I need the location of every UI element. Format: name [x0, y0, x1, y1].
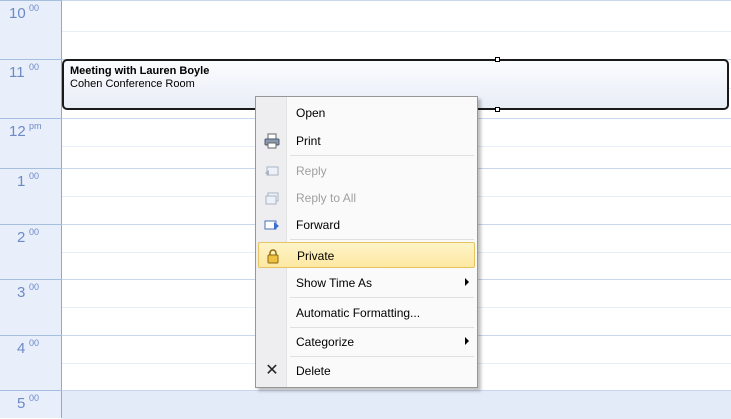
hour-number: 10: [9, 5, 26, 22]
appointment-title: Meeting with Lauren Boyle: [70, 65, 210, 77]
hour-minutes: 00: [29, 338, 40, 348]
menu-separator: [290, 239, 474, 240]
reply-all-icon: [264, 190, 280, 206]
hour-minutes: 00: [29, 227, 40, 237]
time-slot[interactable]: [62, 0, 731, 1]
hour-minutes: 00: [29, 171, 40, 181]
menu-item-label: Reply: [296, 164, 327, 178]
menu-separator: [290, 155, 474, 156]
hour-label-3: 3 00: [0, 279, 62, 338]
menu-item-open[interactable]: Open: [258, 100, 475, 126]
resize-handle-top[interactable]: [495, 57, 500, 62]
time-slot[interactable]: [62, 31, 731, 32]
menu-item-label: Print: [296, 134, 321, 148]
hour-label-4: 4 00: [0, 335, 62, 394]
menu-item-private[interactable]: Private: [258, 242, 475, 268]
printer-icon: [264, 133, 280, 149]
hour-number: 11: [9, 64, 25, 81]
menu-item-label: Categorize: [296, 335, 355, 349]
menu-item-automatic-formatting[interactable]: Automatic Formatting...: [258, 300, 475, 326]
hour-number: 1: [17, 173, 26, 190]
appointment-location: Cohen Conference Room: [70, 78, 195, 90]
hour-number: 3: [17, 284, 26, 301]
calendar-day-view: 10 00 11 00 12 pm 1 00 2 00 3 00 4 00 5: [0, 0, 731, 419]
context-menu: Open Print Reply Reply to All Forward Pr…: [255, 96, 478, 388]
menu-separator: [290, 327, 474, 328]
hour-label-1: 1 00: [0, 168, 62, 227]
menu-item-reply[interactable]: Reply: [258, 158, 475, 184]
hour-label-5: 5 00: [0, 390, 62, 418]
menu-item-label: Show Time As: [296, 276, 373, 290]
menu-item-forward[interactable]: Forward: [258, 212, 475, 238]
hour-label-11: 11 00: [0, 59, 62, 118]
time-column: 10 00 11 00 12 pm 1 00 2 00 3 00 4 00 5: [0, 0, 62, 418]
forward-icon: [264, 217, 280, 233]
menu-item-delete[interactable]: ✕ Delete: [258, 358, 475, 384]
resize-handle-bottom[interactable]: [495, 107, 500, 112]
after-hours-slot[interactable]: [62, 390, 731, 419]
menu-item-reply-all[interactable]: Reply to All: [258, 185, 475, 211]
menu-item-categorize[interactable]: Categorize: [258, 329, 475, 355]
menu-item-label: Delete: [296, 364, 331, 378]
hour-minutes: 00: [29, 282, 40, 292]
menu-item-print[interactable]: Print: [258, 128, 475, 154]
hour-label-2: 2 00: [0, 224, 62, 283]
hour-number: 2: [17, 229, 26, 246]
lock-icon: [265, 248, 281, 264]
submenu-arrow-icon: [465, 337, 469, 345]
hour-minutes: 00: [29, 62, 40, 72]
reply-icon: [264, 163, 280, 179]
menu-separator: [290, 356, 474, 357]
menu-item-label: Reply to All: [296, 191, 357, 205]
hour-minutes: 00: [29, 3, 40, 13]
menu-separator: [290, 297, 474, 298]
submenu-arrow-icon: [465, 278, 469, 286]
hour-number: 12: [9, 123, 26, 140]
menu-item-label: Private: [297, 249, 335, 263]
menu-item-label: Automatic Formatting...: [296, 306, 421, 320]
hour-number: 5: [17, 395, 26, 412]
menu-item-show-time-as[interactable]: Show Time As: [258, 270, 475, 296]
menu-item-label: Open: [296, 106, 326, 120]
delete-x-icon: ✕: [265, 362, 279, 379]
hour-label-10: 10 00: [0, 0, 62, 59]
menu-item-label: Forward: [296, 218, 341, 232]
hour-number: 4: [17, 340, 26, 357]
hour-minutes: pm: [29, 121, 42, 131]
hour-minutes: 00: [29, 393, 40, 403]
